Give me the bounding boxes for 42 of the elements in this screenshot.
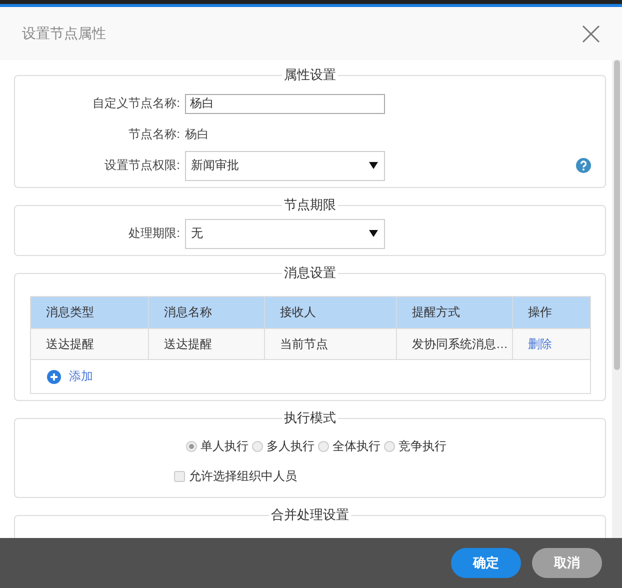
dropdown-caret-icon xyxy=(369,230,378,237)
column-header: 提醒方式 xyxy=(397,297,513,328)
field-label: 处理期限: xyxy=(128,225,181,242)
select-field[interactable]: 新闻审批 xyxy=(185,150,385,180)
column-header: 消息类型 xyxy=(31,297,149,328)
close-icon[interactable] xyxy=(582,24,600,42)
radio-label: 多人执行 xyxy=(266,438,314,454)
select-field[interactable]: 无 xyxy=(185,218,385,248)
radio-label: 单人执行 xyxy=(200,438,248,454)
section-title: 属性设置 xyxy=(283,66,337,84)
add-link[interactable]: 添加 xyxy=(69,368,93,385)
section-title: 消息设置 xyxy=(283,264,337,282)
column-header: 操作 xyxy=(513,297,590,328)
table-cell: 发协同系统消息… xyxy=(397,328,513,359)
dropdown-caret-icon xyxy=(369,162,378,169)
radio-button[interactable] xyxy=(318,440,328,452)
checkbox-label: 允许选择组织中人员 xyxy=(189,468,297,484)
field-label: 自定义节点名称: xyxy=(92,95,181,112)
radio-button[interactable] xyxy=(186,440,196,452)
help-icon[interactable] xyxy=(576,158,591,173)
column-header: 接收人 xyxy=(265,297,397,328)
radio-label: 全体执行 xyxy=(332,438,380,454)
node-name-value: 杨白 xyxy=(185,126,209,143)
section-title: 节点期限 xyxy=(283,196,337,214)
section-title: 执行模式 xyxy=(283,409,337,427)
delete-link[interactable]: 删除 xyxy=(528,336,552,352)
cancel-button[interactable]: 取消 xyxy=(532,548,602,578)
radio-label: 竞争执行 xyxy=(398,438,446,454)
radio-button[interactable] xyxy=(252,440,262,452)
node-name-input[interactable]: 杨白 xyxy=(185,94,385,114)
confirm-button[interactable]: 确定 xyxy=(451,548,521,578)
radio-button[interactable] xyxy=(384,440,394,452)
dialog-title: 设置节点属性 xyxy=(22,24,106,42)
field-label: 节点名称: xyxy=(128,126,181,143)
table-cell: 送达提醒 xyxy=(31,328,149,359)
field-label: 设置节点权限: xyxy=(104,157,181,174)
table-cell: 当前节点 xyxy=(265,328,397,359)
table-cell: 送达提醒 xyxy=(149,328,265,359)
checkbox[interactable] xyxy=(174,470,185,482)
section-title: 合并处理设置 xyxy=(270,506,350,524)
add-icon[interactable] xyxy=(47,370,61,384)
column-header: 消息名称 xyxy=(149,297,265,328)
